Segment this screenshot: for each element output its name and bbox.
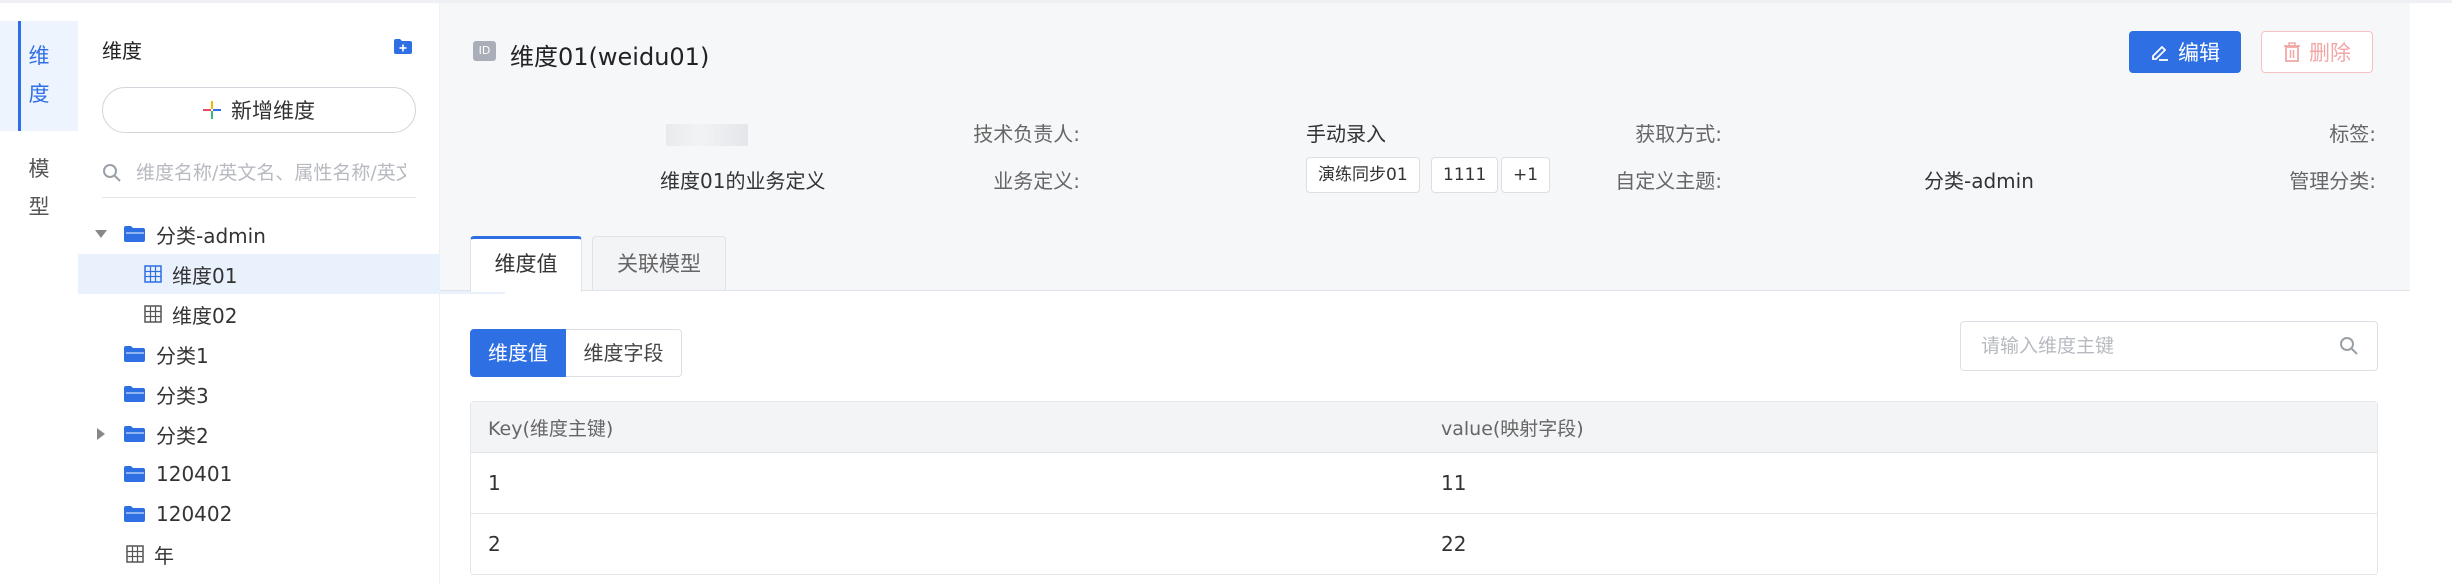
folder-icon — [124, 426, 145, 442]
management-category-label: 管理分类: — [2289, 169, 2376, 193]
tree-item-label: 年 — [154, 543, 174, 568]
tree-item-category3[interactable]: 分类3 — [78, 374, 485, 414]
folder-icon — [124, 346, 145, 362]
tech-owner-label: 技术负责人: — [973, 122, 1080, 146]
detail-tabs: 维度值 关联模型 — [440, 231, 2410, 292]
table-row: 2 22 — [471, 514, 2377, 575]
table-header: Key(维度主键) value(映射字段) — [471, 402, 2377, 453]
table-icon — [144, 265, 162, 283]
search-icon[interactable] — [2339, 336, 2359, 356]
add-dimension-label: 新增维度 — [231, 99, 315, 123]
caret-down-icon[interactable] — [90, 230, 112, 238]
custom-topic-label: 自定义主题: — [1615, 169, 1722, 193]
tab-related-models[interactable]: 关联模型 — [592, 236, 726, 290]
acquire-method-label: 获取方式: — [1635, 122, 1722, 146]
tags-label: 标签: — [2329, 122, 2376, 146]
rail-tab-dimension-label: 维度 — [28, 44, 50, 106]
rail-tab-model[interactable]: 模型 — [0, 150, 78, 224]
tree-search — [102, 149, 416, 198]
rail-tab-model-label: 模型 — [28, 157, 50, 219]
key-search-input[interactable] — [1979, 334, 2339, 358]
table-row: 1 11 — [471, 453, 2377, 514]
tree-item-label: 120401 — [156, 462, 233, 486]
caret-right-icon[interactable] — [90, 428, 112, 440]
tree-item-label: 分类-admin — [156, 223, 266, 248]
cell-key: 1 — [488, 471, 501, 495]
acquire-method-value: 手动录入 — [1306, 122, 1386, 146]
table-icon — [126, 545, 144, 563]
module-rail: 维度 模型 — [0, 3, 79, 584]
cell-key: 2 — [488, 532, 501, 556]
dimension-detail: ID 维度01(weidu01) 编辑 删除 技术负责人: 获取方式: 手动录入… — [440, 3, 2410, 584]
folder-open-icon — [124, 226, 145, 242]
tree-item-category1[interactable]: 分类1 — [78, 334, 485, 374]
topic-tag: 1111 — [1431, 157, 1499, 193]
cell-value: 22 — [1441, 532, 1467, 556]
tree-item-category2[interactable]: 分类2 — [78, 414, 451, 454]
folder-icon — [124, 466, 145, 482]
tree-item-label: 分类3 — [156, 383, 209, 408]
id-badge-icon: ID — [473, 41, 496, 61]
trash-icon — [2284, 42, 2300, 62]
segment-dimension-fields[interactable]: 维度字段 — [566, 329, 682, 377]
delete-label: 删除 — [2309, 42, 2351, 65]
table-icon — [144, 305, 162, 323]
page-title: 维度01(weidu01) — [510, 43, 710, 71]
dimension-values-table: Key(维度主键) value(映射字段) 1 11 2 22 — [470, 401, 2378, 575]
tree-item-label: 120402 — [156, 502, 233, 526]
detail-header: ID 维度01(weidu01) 编辑 删除 技术负责人: 获取方式: 手动录入… — [440, 3, 2410, 292]
dimension-tree-panel: 维度 新增维度 分类-admin — [78, 3, 505, 584]
edit-label: 编辑 — [2178, 42, 2220, 65]
tree-title: 维度 — [102, 39, 142, 63]
management-category-value: 分类-admin — [1924, 169, 2034, 193]
edit-icon — [2152, 45, 2168, 61]
key-search — [1960, 321, 2378, 371]
tab-dimension-values[interactable]: 维度值 — [470, 236, 582, 292]
column-header-value: value(映射字段) — [1441, 417, 1584, 440]
delete-button[interactable]: 删除 — [2261, 31, 2373, 73]
add-dimension-button[interactable]: 新增维度 — [102, 87, 416, 133]
tree-search-input[interactable] — [134, 161, 408, 185]
tree-item-label: 分类2 — [156, 423, 209, 448]
search-icon — [103, 164, 121, 182]
tree-item-120401[interactable]: 120401 — [78, 454, 485, 494]
tree-item-120402[interactable]: 120402 — [78, 494, 485, 534]
tree-item-label: 分类1 — [156, 343, 209, 368]
plus-icon — [203, 101, 221, 119]
add-folder-icon[interactable] — [394, 39, 412, 54]
topic-tag: 演练同步01 — [1306, 157, 1420, 193]
business-definition-value: 维度01的业务定义 — [660, 169, 826, 193]
tree-item-label: 维度01 — [172, 263, 238, 288]
tree-item-label: 维度02 — [172, 303, 238, 328]
tech-owner-value-redacted — [666, 124, 748, 146]
rail-tab-dimension[interactable]: 维度 — [0, 21, 78, 131]
cell-value: 11 — [1441, 471, 1467, 495]
tree-item-year[interactable]: 年 — [78, 534, 487, 574]
tree-item-category-admin[interactable]: 分类-admin — [78, 214, 451, 254]
topic-more-tag[interactable]: +1 — [1501, 157, 1551, 193]
folder-icon — [124, 506, 145, 522]
segment-dimension-values[interactable]: 维度值 — [470, 329, 566, 377]
right-gutter — [2410, 3, 2452, 584]
business-definition-label: 业务定义: — [993, 169, 1080, 193]
edit-button[interactable]: 编辑 — [2129, 31, 2241, 73]
column-header-key: Key(维度主键) — [488, 417, 614, 440]
folder-icon — [124, 386, 145, 402]
